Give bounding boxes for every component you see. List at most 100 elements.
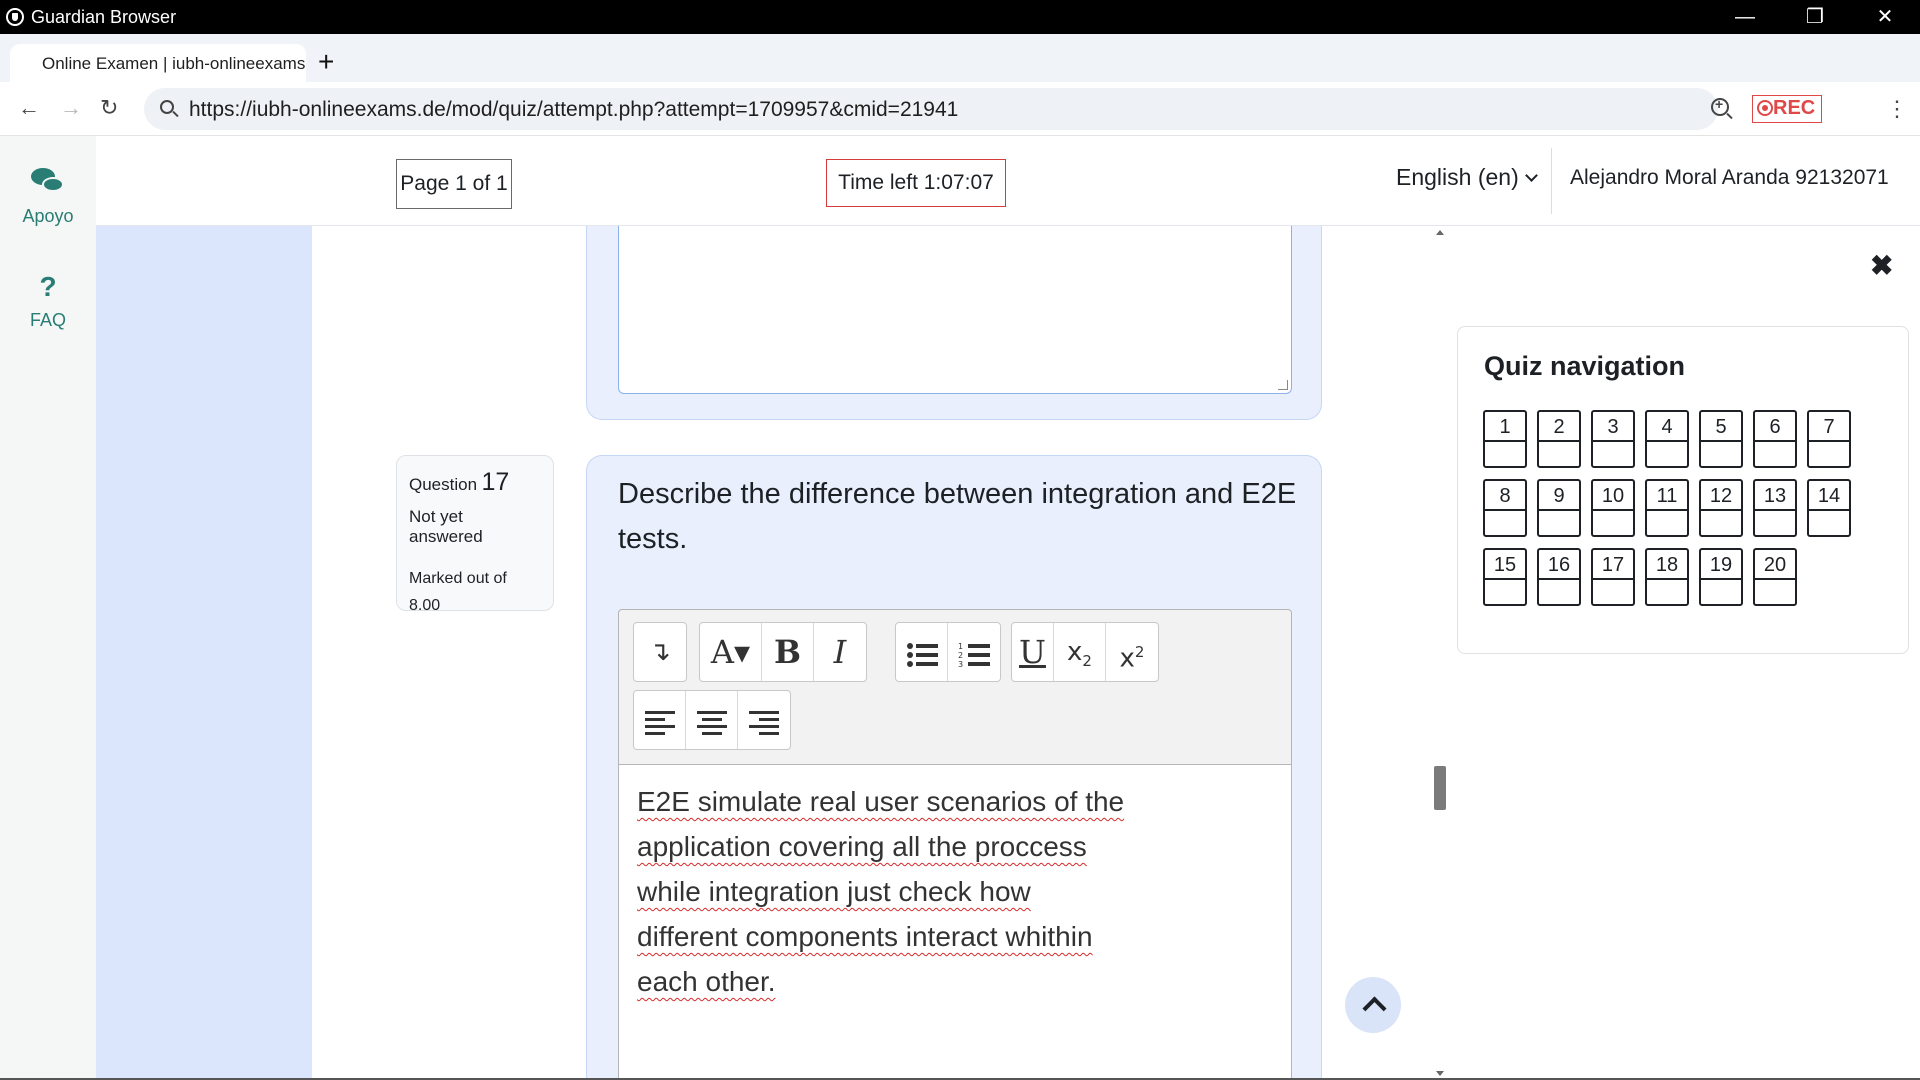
- svg-text:1: 1: [958, 642, 963, 651]
- subscript-mark: 2: [1082, 652, 1092, 671]
- faq-link[interactable]: ? FAQ: [0, 272, 96, 331]
- quiz-nav-question-number: 12: [1701, 481, 1741, 511]
- align-right-button[interactable]: [738, 691, 790, 749]
- superscript-button[interactable]: x2: [1106, 623, 1158, 681]
- close-window-button[interactable]: ✕: [1850, 0, 1920, 34]
- quiz-nav-question[interactable]: 15: [1483, 548, 1527, 606]
- numbered-list-icon: 1 2 3: [958, 642, 990, 669]
- quiz-nav-question[interactable]: 13: [1753, 479, 1797, 537]
- answer-text[interactable]: E2E simulate real user scenarios of the …: [637, 779, 1127, 1004]
- restore-button[interactable]: ❐: [1780, 0, 1850, 34]
- page-indicator: Page 1 of 1: [396, 159, 512, 209]
- quiz-nav-question[interactable]: 20: [1753, 548, 1797, 606]
- browser-toolbar: ← → ↻ https://iubh-onlineexams.de/mod/qu…: [0, 82, 1920, 136]
- align-right-icon: [749, 710, 779, 735]
- reload-button[interactable]: ↻: [100, 96, 118, 120]
- marks-value: 8.00: [409, 597, 441, 614]
- recording-indicator: REC: [1752, 95, 1822, 123]
- quiz-nav-question[interactable]: 12: [1699, 479, 1743, 537]
- window-title: Guardian Browser: [31, 7, 177, 27]
- align-center-button[interactable]: [686, 691, 738, 749]
- underline-button[interactable]: U: [1012, 623, 1054, 681]
- quiz-nav-question-number: 16: [1539, 550, 1579, 580]
- rec-label: REC: [1773, 97, 1816, 119]
- browser-menu-button[interactable]: ⋮: [1886, 96, 1908, 122]
- apoyo-link[interactable]: Apoyo: [0, 168, 96, 227]
- scroll-up-arrow[interactable]: [1436, 230, 1444, 235]
- quiz-nav-question[interactable]: 3: [1591, 410, 1635, 468]
- minimize-button[interactable]: —: [1710, 0, 1780, 34]
- italic-button[interactable]: I: [814, 623, 866, 681]
- quiz-nav-question-number: 4: [1647, 412, 1687, 442]
- forward-button[interactable]: →: [60, 96, 82, 120]
- bullet-list-button[interactable]: [896, 623, 948, 681]
- quiz-nav-question[interactable]: 2: [1537, 410, 1581, 468]
- content-scrollbar[interactable]: [1430, 226, 1450, 1080]
- record-icon: [1757, 100, 1773, 116]
- toolbar-group-lists: 1 2 3: [895, 622, 1001, 682]
- quiz-nav-question-number: 20: [1755, 550, 1795, 580]
- quiz-nav-question-number: 13: [1755, 481, 1795, 511]
- quiz-nav-question[interactable]: 9: [1537, 479, 1581, 537]
- quiz-nav-question-number: 9: [1539, 481, 1579, 511]
- align-left-icon: [644, 710, 675, 735]
- toolbar-group-collapse: ↴: [633, 622, 687, 682]
- question-icon: ?: [39, 271, 57, 302]
- resize-handle[interactable]: [1278, 380, 1288, 390]
- superscript-mark: 2: [1134, 643, 1145, 661]
- quiz-nav-question[interactable]: 17: [1591, 548, 1635, 606]
- subscript-button[interactable]: x2: [1054, 623, 1106, 681]
- question-label: Question: [409, 475, 478, 494]
- font-style-button[interactable]: A▾: [700, 623, 762, 681]
- quiz-nav-question-number: 15: [1485, 550, 1525, 580]
- answer-editor[interactable]: E2E simulate real user scenarios of the …: [618, 765, 1292, 1080]
- scrollbar-thumb[interactable]: [1434, 766, 1446, 810]
- close-drawer-icon[interactable]: ✖: [1870, 252, 1893, 280]
- collapse-toolbar-button[interactable]: ↴: [634, 623, 686, 681]
- superscript-x: x: [1119, 643, 1135, 674]
- back-button[interactable]: ←: [18, 96, 40, 120]
- header-divider: [1551, 148, 1552, 214]
- quiz-nav-question-number: 11: [1647, 481, 1687, 511]
- quiz-nav-question-number: 1: [1485, 412, 1525, 442]
- quiz-nav-question[interactable]: 10: [1591, 479, 1635, 537]
- quiz-nav-question[interactable]: 18: [1645, 548, 1689, 606]
- quiz-nav-question[interactable]: 6: [1753, 410, 1797, 468]
- faq-label: FAQ: [29, 310, 66, 330]
- url-text[interactable]: https://iubh-onlineexams.de/mod/quiz/att…: [189, 98, 958, 122]
- numbered-list-button[interactable]: 1 2 3: [948, 623, 1000, 681]
- shield-icon: [6, 8, 24, 26]
- quiz-nav-question[interactable]: 16: [1537, 548, 1581, 606]
- bullet-list-icon: [906, 642, 938, 667]
- language-selector[interactable]: English (en): [1396, 164, 1538, 191]
- quiz-navigation-panel: Quiz navigation 1 2 3 4 5 6 7 8 9 10 11 12 13 14 15 16 1…: [1457, 326, 1909, 654]
- quiz-nav-question-number: 5: [1701, 412, 1741, 442]
- scroll-to-top-button[interactable]: [1345, 977, 1401, 1033]
- svg-text:3: 3: [958, 660, 963, 669]
- quiz-nav-question[interactable]: 1: [1483, 410, 1527, 468]
- window-titlebar: Guardian Browser — ❐ ✕: [0, 0, 1920, 34]
- new-tab-button[interactable]: +: [318, 48, 334, 76]
- align-left-button[interactable]: [634, 691, 686, 749]
- browser-tab[interactable]: Online Examen | iubh-onlineexams.d: [10, 44, 306, 82]
- question-state: Not yet answered: [409, 507, 483, 546]
- quiz-nav-question-number: 2: [1539, 412, 1579, 442]
- marks-label: Marked out of: [409, 570, 507, 587]
- quiz-nav-question[interactable]: 11: [1645, 479, 1689, 537]
- quiz-nav-question[interactable]: 8: [1483, 479, 1527, 537]
- toolbar-group-script: U x2 x2: [1011, 622, 1159, 682]
- quiz-nav-question-number: 7: [1809, 412, 1849, 442]
- quiz-nav-question[interactable]: 7: [1807, 410, 1851, 468]
- quiz-nav-question[interactable]: 4: [1645, 410, 1689, 468]
- quiz-nav-question[interactable]: 14: [1807, 479, 1851, 537]
- quiz-nav-question[interactable]: 5: [1699, 410, 1743, 468]
- quiz-nav-question[interactable]: 19: [1699, 548, 1743, 606]
- language-label: English (en): [1396, 164, 1519, 190]
- bold-button[interactable]: B: [762, 623, 814, 681]
- scroll-down-arrow[interactable]: [1436, 1071, 1444, 1076]
- zoom-icon[interactable]: [1711, 96, 1729, 116]
- previous-answer-field[interactable]: [618, 226, 1292, 394]
- question-text: Describe the difference between integrat…: [618, 478, 1297, 555]
- tab-title: Online Examen | iubh-onlineexams.d: [42, 54, 306, 73]
- address-bar[interactable]: https://iubh-onlineexams.de/mod/quiz/att…: [144, 88, 1729, 130]
